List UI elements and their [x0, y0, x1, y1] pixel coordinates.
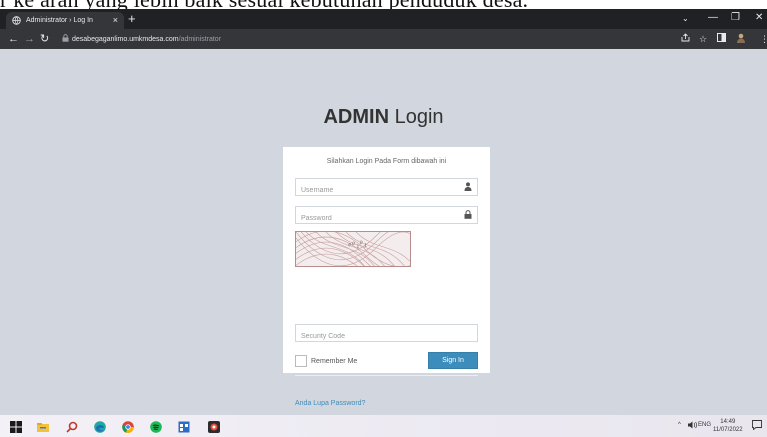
minimize-button[interactable]: —	[708, 11, 718, 25]
chrome-icon[interactable]	[122, 420, 134, 433]
profile-icon[interactable]	[736, 33, 746, 47]
password-input[interactable]	[296, 210, 477, 227]
file-explorer-icon[interactable]	[37, 420, 49, 432]
lock-icon	[464, 210, 472, 222]
remember-me[interactable]: Remember Me	[295, 355, 357, 367]
share-icon[interactable]	[681, 33, 690, 45]
side-panel-icon[interactable]	[717, 33, 726, 45]
windows-taskbar: ^ ENG 14:49 11/07/2022	[0, 415, 767, 437]
document-top-text: r ke arah yang lebih baik sesuai kebutuh…	[0, 0, 528, 9]
search-icon[interactable]	[66, 420, 78, 433]
volume-icon[interactable]	[688, 421, 697, 432]
maximize-button[interactable]: ❐	[731, 11, 740, 25]
close-window-button[interactable]: ✕	[755, 11, 763, 25]
new-tab-button[interactable]: +	[128, 12, 136, 26]
close-tab-icon[interactable]: ×	[113, 15, 118, 25]
login-message: Silahkan Login Pada Form dibawah ini	[326, 158, 447, 165]
remember-checkbox[interactable]	[295, 355, 307, 367]
globe-icon	[12, 16, 21, 25]
browser-tab-bar: Administrator › Log In × + ⌄ — ❐ ✕	[0, 9, 767, 29]
bookmark-star-icon[interactable]: ☆	[699, 33, 707, 45]
username-input[interactable]	[296, 182, 477, 199]
clock-time: 14:49	[720, 419, 736, 425]
login-box: Silahkan Login Pada Form dibawah ini Use…	[283, 147, 490, 407]
back-arrow-icon[interactable]: ←	[8, 32, 19, 46]
lock-icon[interactable]	[60, 34, 70, 44]
user-icon	[464, 182, 472, 194]
brand-bold: ADMIN	[323, 106, 390, 128]
username-field[interactable]	[295, 178, 478, 199]
url-host: desabegaganlimo.umkmdesa.com	[72, 35, 179, 43]
clock-date: 11/07/2022	[713, 427, 743, 433]
tab-title: Administrator › Log In	[26, 17, 93, 24]
document-snippet: r ke arah yang lebih baik sesuai kebutuh…	[0, 0, 767, 9]
captcha-image: ᵉ⁰₁⁰₁	[295, 231, 411, 267]
clock[interactable]: 14:49 11/07/2022	[713, 418, 743, 434]
brand-light: Login	[389, 106, 444, 128]
sign-in-button[interactable]: Sign In	[428, 352, 478, 369]
calendar-app-icon[interactable]	[178, 420, 190, 433]
vpn-app-icon[interactable]	[208, 420, 220, 433]
login-logo: ADMIN Login	[0, 106, 767, 129]
security-code-input[interactable]	[296, 328, 477, 345]
tray-overflow-icon[interactable]: ^	[678, 421, 681, 429]
password-field[interactable]	[295, 206, 478, 227]
login-page: ADMIN Login Silahkan Login Pada Form dib…	[0, 49, 767, 415]
url-path: /administrator	[178, 35, 222, 43]
edge-icon[interactable]	[94, 420, 106, 433]
tab-search-chevron-icon[interactable]: ⌄	[682, 12, 689, 26]
forgot-password-link[interactable]: Anda Lupa Password?	[295, 400, 365, 407]
spotify-icon[interactable]	[150, 420, 162, 433]
menu-icon[interactable]: ⋮	[760, 33, 767, 45]
forward-arrow-icon[interactable]: →	[24, 32, 35, 46]
remember-label: Remember Me	[311, 357, 358, 365]
security-code-field[interactable]	[295, 324, 478, 345]
windows-start-icon[interactable]	[10, 420, 22, 433]
browser-tab[interactable]: Administrator › Log In ×	[6, 12, 124, 29]
browser-toolbar: ← → ↻ desabegaganlimo.umkmdesa.com /admi…	[0, 29, 767, 49]
divider	[295, 375, 478, 376]
language-indicator[interactable]: ENG	[698, 421, 711, 429]
screen: r ke arah yang lebih baik sesuai kebutuh…	[0, 0, 767, 437]
reload-icon[interactable]: ↻	[40, 32, 49, 46]
address-bar[interactable]: desabegaganlimo.umkmdesa.com /administra…	[60, 32, 660, 46]
notification-icon[interactable]	[752, 420, 762, 433]
